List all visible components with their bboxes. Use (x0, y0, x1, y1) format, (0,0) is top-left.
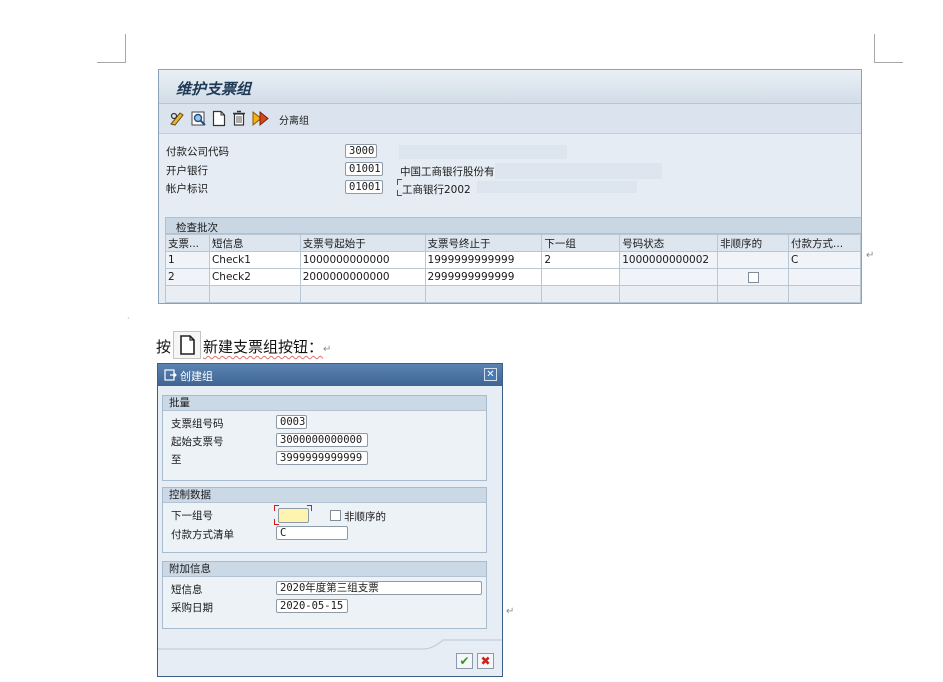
check-lots-section-header: 检查批次 (165, 217, 861, 234)
control-data-group: 控制数据 下一组号 非顺序的 付款方式清单 C (162, 487, 487, 553)
crop-mark-top-right (874, 34, 903, 63)
column-header[interactable]: 号码状态 (619, 234, 719, 252)
column-header[interactable]: 短信息 (208, 234, 301, 252)
required-marker-top (274, 505, 279, 511)
pencil-glasses-icon[interactable] (169, 110, 186, 127)
trash-icon[interactable] (232, 110, 246, 127)
paragraph-mark: ↵ (866, 250, 875, 261)
column-header[interactable]: 非顺序的 (717, 234, 790, 252)
table-row-empty (165, 285, 861, 303)
table-cell[interactable]: 1999999999999 (424, 251, 543, 269)
short-info-field[interactable]: 2020年度第三组支票 (276, 581, 482, 595)
payment-method-list-label: 付款方式清单 (171, 529, 234, 541)
column-header[interactable]: 支票号起始于 (299, 234, 426, 252)
execute-icon[interactable] (251, 110, 271, 127)
payment-method-list-field[interactable]: C (276, 526, 348, 540)
start-check-number-field[interactable]: 3000000000000 (276, 433, 368, 447)
column-header[interactable]: 支票号终止于 (424, 234, 543, 252)
table-cell[interactable] (541, 268, 621, 286)
short-info-label: 短信息 (171, 584, 203, 596)
application-toolbar: 分离组 (159, 104, 861, 134)
required-marker-top-right (307, 505, 312, 511)
table-cell[interactable]: 2 (165, 268, 210, 286)
table-cell[interactable]: 2000000000000 (299, 268, 426, 286)
non-sequential-checkbox[interactable] (747, 271, 759, 283)
column-header[interactable]: 下一组 (541, 234, 621, 252)
table-cell: 1000000000002 (619, 251, 719, 269)
redacted-area (399, 145, 567, 159)
table-cell (619, 268, 719, 286)
account-id-description: 工商银行2002 (402, 184, 471, 196)
account-id-label: 帐户标识 (166, 183, 208, 195)
create-window-icon (164, 369, 177, 381)
table-header-row: 支票... 短信息 支票号起始于 支票号终止于 下一组 号码状态 非顺序的 付款… (165, 234, 861, 252)
company-code-label: 付款公司代码 (166, 146, 229, 158)
start-check-number-label: 起始支票号 (171, 436, 224, 448)
required-marker-bottom (274, 519, 279, 525)
search-icon[interactable] (190, 110, 207, 127)
check-group-number-field[interactable]: 0003 (276, 415, 307, 429)
table-cell[interactable] (788, 268, 861, 286)
next-group-number-label: 下一组号 (171, 510, 213, 522)
table-cell[interactable]: 1 (165, 251, 210, 269)
dialog-title-bar[interactable]: 创建组 ✕ (158, 364, 502, 386)
dialog-footer: ✔ ✖ (158, 636, 502, 676)
screen-title-bar: 维护支票组 (159, 70, 861, 104)
paragraph-mark: ↵ (506, 606, 515, 617)
redacted-area (477, 181, 637, 193)
purchase-date-field[interactable]: 2020-05-15 (276, 599, 348, 613)
table-cell[interactable]: Check1 (208, 251, 301, 269)
paragraph-mark: · (127, 314, 130, 323)
table-row[interactable]: 1 Check1 1000000000000 1999999999999 2 1… (165, 251, 861, 269)
cancel-x-icon[interactable]: ✖ (477, 653, 494, 669)
table-cell[interactable]: 2999999999999 (424, 268, 543, 286)
column-header[interactable]: 支票... (165, 234, 210, 252)
new-document-icon[interactable] (212, 110, 226, 127)
table-cell[interactable]: C (788, 251, 861, 269)
batch-group-title: 批量 (163, 396, 486, 411)
check-lots-table: 支票... 短信息 支票号起始于 支票号终止于 下一组 号码状态 非顺序的 付款… (165, 234, 861, 303)
table-row[interactable]: 2 Check2 2000000000000 2999999999999 (165, 268, 861, 286)
caption-prefix: 按 (156, 338, 172, 356)
to-check-number-field[interactable]: 3999999999999 (276, 451, 368, 465)
dialog-title: 创建组 (180, 370, 213, 383)
house-bank-label: 开户银行 (166, 165, 208, 177)
sap-main-screen: 维护支票组 分离组 付款公司代码 3000 开户银行 01001 中国工商银行股… (158, 69, 862, 304)
footer-divider (158, 639, 502, 650)
table-cell[interactable]: Check2 (208, 268, 301, 286)
account-id-field[interactable]: 01001 (345, 180, 383, 194)
crop-mark-top-left (97, 34, 126, 63)
to-check-number-label: 至 (171, 454, 182, 466)
non-sequential-checkbox[interactable] (330, 510, 341, 521)
non-sequential-cell[interactable] (717, 268, 790, 286)
next-group-number-field[interactable] (278, 508, 309, 523)
create-group-dialog: 创建组 ✕ 批量 支票组号码 0003 起始支票号 3000000000000 … (157, 363, 503, 677)
check-lots-section-label: 检查批次 (176, 222, 218, 234)
additional-info-group: 附加信息 短信息 2020年度第三组支票 采购日期 2020-05-15 (162, 561, 487, 629)
new-document-icon (173, 331, 202, 359)
redacted-area (495, 163, 662, 179)
instruction-caption: 按新建支票组按钮：↵ (156, 331, 331, 359)
purchase-date-label: 采购日期 (171, 602, 213, 614)
house-bank-description: 中国工商银行股份有 (400, 166, 495, 178)
separate-group-button[interactable]: 分离组 (279, 112, 309, 127)
company-code-field[interactable]: 3000 (345, 144, 377, 158)
table-cell[interactable]: 1000000000000 (299, 251, 426, 269)
batch-group: 批量 支票组号码 0003 起始支票号 3000000000000 至 3999… (162, 395, 487, 481)
house-bank-field[interactable]: 01001 (345, 162, 383, 176)
check-group-number-label: 支票组号码 (171, 418, 224, 430)
table-cell (717, 251, 790, 269)
additional-info-group-title: 附加信息 (163, 562, 486, 577)
non-sequential-label: 非顺序的 (344, 511, 386, 523)
column-header[interactable]: 付款方式... (788, 234, 861, 252)
control-data-group-title: 控制数据 (163, 488, 486, 503)
screen-title: 维护支票组 (176, 80, 252, 98)
table-cell[interactable]: 2 (541, 251, 621, 269)
checkmark-icon[interactable]: ✔ (456, 653, 473, 669)
caption-suffix: 新建支票组按钮： (203, 338, 324, 356)
close-icon[interactable]: ✕ (484, 368, 497, 381)
